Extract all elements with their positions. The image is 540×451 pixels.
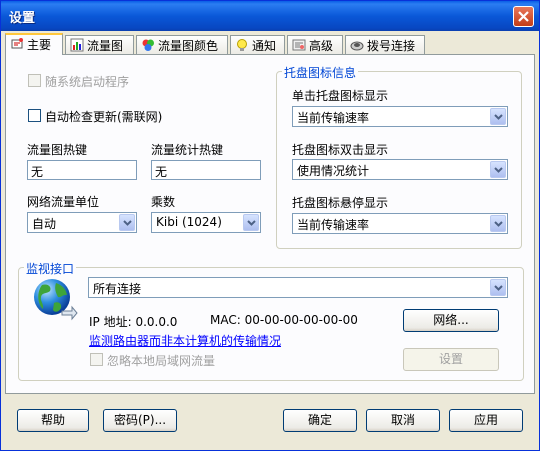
close-button[interactable] [513,6,534,27]
title-bar[interactable]: 设置 [1,1,539,31]
chevron-down-icon [123,220,132,226]
unit-dropdown-button[interactable] [119,214,135,231]
ignore-lan-label: 忽略本地局域网流量 [107,354,216,368]
window-title: 设置 [9,11,36,26]
multiplier-value: Kibi (1024) [156,215,222,229]
tray-hover-value: 当前传输速率 [297,218,370,232]
ok-button[interactable]: 确定 [283,409,357,432]
unit-label: 网络流量单位 [27,195,100,209]
tab-advanced-label: 高级 [309,39,334,53]
startup-checkbox[interactable] [28,74,41,87]
multiplier-label: 乘数 [151,195,176,209]
startup-label: 随系统启动程序 [45,75,130,89]
settings-window: 设置 主要 流量图 流量图颜色 通知 高级 拨号连接 随系统启动程序 自动检查更… [0,0,540,451]
cancel-button[interactable]: 取消 [366,409,440,432]
network-globe-icon [34,279,78,321]
tab-chart[interactable]: 流量图 [65,35,134,54]
tray-group-title: 托盘图标信息 [282,64,359,81]
help-button[interactable]: 帮助 [17,409,89,432]
multiplier-dropdown-button[interactable] [243,214,259,231]
chevron-down-icon [494,167,503,173]
network-button[interactable]: 网络... [403,309,499,332]
interface-dropdown-button[interactable] [490,279,506,296]
check-update-label: 自动检查更新(需联网) [45,110,163,124]
tray-hover-dropdown-button[interactable] [490,215,506,232]
chevron-down-icon [494,114,503,120]
graph-hotkey-input[interactable]: 无 [27,160,137,180]
main-icon [11,38,23,49]
tray-dblclick-select[interactable]: 使用情况统计 [292,159,508,180]
stats-hotkey-input[interactable]: 无 [151,160,261,180]
chart-icon [70,38,84,52]
advanced-icon [292,39,306,51]
apply-button[interactable]: 应用 [449,409,523,432]
unit-value: 自动 [32,217,57,231]
graph-hotkey-value: 无 [31,165,44,179]
interface-select[interactable]: 所有连接 [88,277,508,298]
mac-address-text: MAC: 00-00-00-00-00-00 [210,313,358,327]
tab-main[interactable]: 主要 [5,33,63,55]
password-button[interactable]: 密码(P)... [103,409,177,432]
dialup-icon [350,41,364,51]
chevron-down-icon [247,220,256,226]
tab-notify[interactable]: 通知 [230,35,285,54]
stats-hotkey-label: 流量统计热键 [151,143,224,157]
monitor-group-title: 监视接口 [24,260,77,277]
router-monitor-link[interactable]: 监测路由器而非本计算机的传输情况 [89,332,281,349]
main-tab-panel: 随系统启动程序 自动检查更新(需联网) 流量图热键 无 流量统计热键 无 网络流… [5,54,535,394]
tab-chart-colors[interactable]: 流量图颜色 [136,35,228,54]
tab-main-label: 主要 [27,38,52,52]
unit-select[interactable]: 自动 [27,212,137,233]
chevron-down-icon [494,285,503,291]
tab-dialup-label: 拨号连接 [367,39,416,53]
tray-dblclick-label: 托盘图标双击显示 [292,143,389,157]
tray-click-label: 单击托盘图标显示 [292,89,389,103]
palette-icon [142,39,154,51]
tab-advanced[interactable]: 高级 [287,35,343,54]
tray-dblclick-value: 使用情况统计 [297,164,370,178]
ip-address-text: IP 地址: 0.0.0.0 [89,315,178,329]
tab-strip: 主要 流量图 流量图颜色 通知 高级 拨号连接 [5,33,535,55]
check-update-checkbox[interactable] [28,109,41,122]
tray-click-value: 当前传输速率 [297,111,370,125]
graph-hotkey-label: 流量图热键 [27,143,88,157]
interface-value: 所有连接 [93,282,142,296]
close-icon [518,11,529,22]
tray-hover-label: 托盘图标悬停显示 [292,196,389,210]
tab-dialup[interactable]: 拨号连接 [345,35,425,54]
tray-dblclick-dropdown-button[interactable] [490,161,506,178]
bulb-icon [237,39,247,51]
tab-chart-colors-label: 流量图颜色 [158,39,219,53]
ignore-lan-checkbox[interactable] [90,353,103,366]
chevron-down-icon [494,221,503,227]
stats-hotkey-value: 无 [155,165,168,179]
tab-chart-label: 流量图 [87,39,124,53]
tab-notify-label: 通知 [252,39,277,53]
tray-click-dropdown-button[interactable] [490,108,506,125]
lan-settings-button[interactable]: 设置 [403,348,499,371]
tray-click-select[interactable]: 当前传输速率 [292,106,508,127]
multiplier-select[interactable]: Kibi (1024) [151,212,261,233]
tray-hover-select[interactable]: 当前传输速率 [292,213,508,234]
